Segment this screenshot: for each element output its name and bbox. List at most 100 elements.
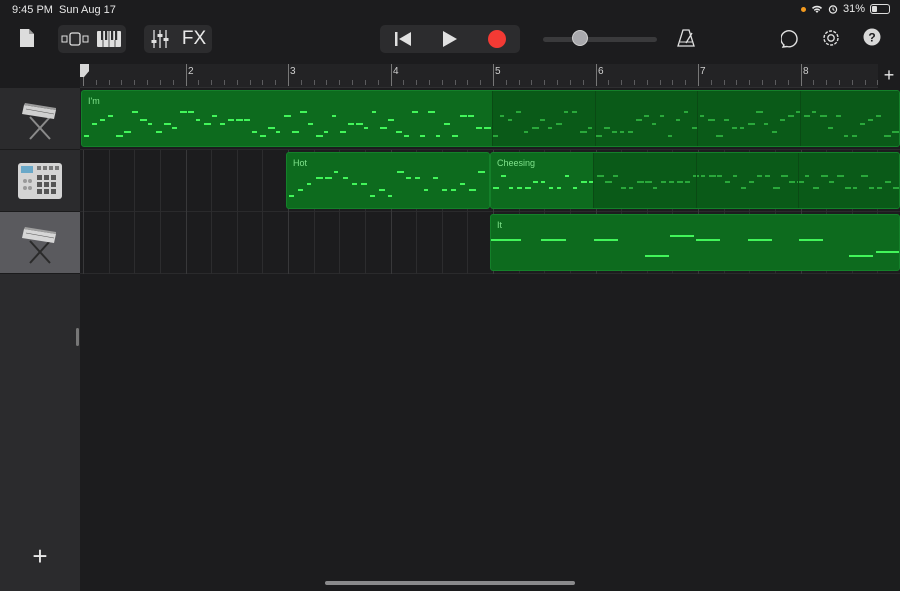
bar-line xyxy=(493,64,494,86)
ruler-tick xyxy=(621,80,623,85)
midi-region[interactable]: Hot xyxy=(286,152,490,209)
midi-note xyxy=(749,181,754,183)
midi-note xyxy=(677,181,683,183)
midi-note xyxy=(308,123,313,125)
grid-line xyxy=(441,212,443,274)
bar-number: 5 xyxy=(495,66,501,77)
midi-note xyxy=(684,111,688,113)
ruler-tick xyxy=(518,80,520,85)
drum-machine-icon xyxy=(18,162,62,199)
midi-note xyxy=(653,187,657,189)
midi-note xyxy=(508,119,512,121)
midi-region[interactable]: I'm xyxy=(81,90,900,147)
settings-icon[interactable] xyxy=(820,26,842,50)
midi-note xyxy=(885,181,891,183)
ruler-tick xyxy=(864,80,866,85)
grid-line xyxy=(313,212,315,274)
midi-note xyxy=(332,115,336,117)
ruler-tick xyxy=(300,80,302,85)
midi-note xyxy=(540,119,545,121)
midi-note xyxy=(324,131,328,133)
midi-note xyxy=(813,187,819,189)
track-header-keyboard-selected[interactable] xyxy=(0,212,80,274)
midi-note xyxy=(379,189,385,191)
ruler-tick xyxy=(762,80,764,85)
midi-note xyxy=(124,131,131,133)
track-header-keyboard[interactable] xyxy=(0,88,80,150)
midi-note xyxy=(556,123,562,125)
loop-divider xyxy=(593,153,594,208)
privacy-dot-icon xyxy=(800,6,806,12)
midi-note xyxy=(645,255,669,257)
document-icon[interactable] xyxy=(16,26,38,50)
ruler-tick xyxy=(416,80,418,85)
track-lane-3[interactable]: It xyxy=(80,212,900,274)
timeline-ruler[interactable]: 2 3 4 5 6 7 8 xyxy=(80,64,900,88)
tracks-view-icon[interactable] xyxy=(60,25,90,53)
ruler-tick xyxy=(672,80,674,85)
midi-note xyxy=(196,119,200,121)
mixer-icon[interactable] xyxy=(146,25,174,53)
ruler-tick xyxy=(685,80,687,85)
midi-note xyxy=(709,175,716,177)
volume-knob[interactable] xyxy=(572,30,588,46)
track-lane-2[interactable]: Hot Cheesing xyxy=(80,150,900,212)
midi-note xyxy=(116,135,123,137)
keyboard-icon[interactable] xyxy=(94,25,124,53)
grid-line xyxy=(83,212,84,274)
midi-note xyxy=(364,127,368,129)
midi-note xyxy=(541,181,545,183)
midi-region[interactable]: Cheesing xyxy=(490,152,900,209)
grid-line xyxy=(288,212,289,274)
track-lane-1[interactable]: I'm xyxy=(80,88,900,150)
loop-divider xyxy=(798,153,799,208)
midi-note xyxy=(428,111,435,113)
rewind-icon[interactable] xyxy=(380,25,426,53)
play-icon[interactable] xyxy=(427,25,473,53)
midi-note xyxy=(572,111,577,113)
ruler-tick xyxy=(198,80,200,85)
grid-line xyxy=(364,212,366,274)
midi-note xyxy=(415,177,420,179)
midi-note xyxy=(732,127,737,129)
ruler-tick xyxy=(134,80,136,85)
midi-note xyxy=(325,177,332,179)
midi-note xyxy=(805,175,809,177)
midi-note xyxy=(491,239,521,241)
master-volume-slider[interactable] xyxy=(543,37,657,42)
ruler-tick xyxy=(121,80,123,85)
resize-handle[interactable] xyxy=(76,328,79,346)
midi-note xyxy=(788,115,794,117)
loop-icon[interactable] xyxy=(780,26,802,50)
add-section-button[interactable]: + xyxy=(878,64,900,88)
bar-line xyxy=(390,64,392,86)
midi-note xyxy=(844,135,848,137)
midi-note xyxy=(420,135,425,137)
midi-note xyxy=(380,127,387,129)
track-header-drum-machine[interactable] xyxy=(0,150,80,212)
ruler-tick xyxy=(223,80,225,85)
ruler-tick xyxy=(172,80,174,85)
ruler-tick xyxy=(531,80,533,85)
svg-text:?: ? xyxy=(868,31,875,45)
midi-note xyxy=(316,135,323,137)
midi-note xyxy=(188,111,194,113)
ruler-tick xyxy=(646,80,648,85)
midi-note xyxy=(604,127,610,129)
help-icon[interactable]: ? xyxy=(862,27,882,47)
midi-note xyxy=(300,111,307,113)
midi-note xyxy=(837,175,844,177)
wifi-icon xyxy=(811,5,822,13)
midi-note xyxy=(468,115,474,117)
midi-region[interactable]: It xyxy=(490,214,900,271)
metronome-icon[interactable] xyxy=(675,26,697,50)
midi-note xyxy=(268,127,275,129)
midi-note xyxy=(594,239,618,241)
midi-note xyxy=(696,239,720,241)
fx-button[interactable]: FX xyxy=(178,25,210,53)
midi-note xyxy=(869,187,874,189)
record-button[interactable] xyxy=(474,25,520,53)
ruler-tick xyxy=(441,80,443,85)
add-track-button[interactable]: + xyxy=(26,543,54,571)
midi-note xyxy=(708,119,715,121)
